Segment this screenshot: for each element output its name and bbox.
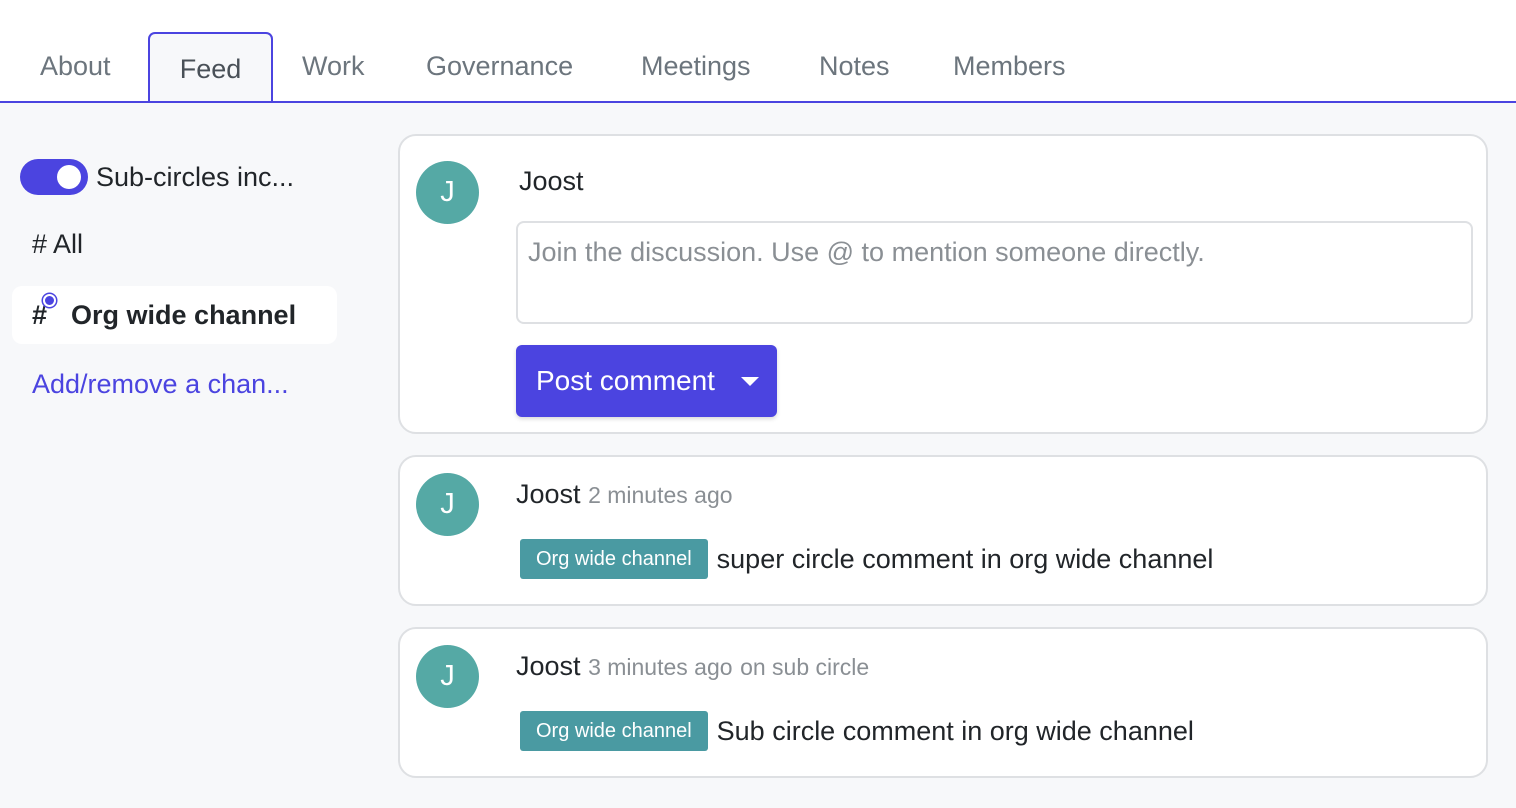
comment-author[interactable]: Joost xyxy=(516,651,581,681)
comment-meta: Joost 2 minutes ago xyxy=(516,479,733,510)
comment-time: 3 minutes ago xyxy=(588,654,733,680)
avatar: J xyxy=(416,473,479,536)
comment-item: J Joost 2 minutes ago Org wide channel s… xyxy=(398,455,1488,606)
comment-text: Sub circle comment in org wide channel xyxy=(716,715,1194,746)
channel-label: Org wide channel xyxy=(71,299,297,330)
comment-text: super circle comment in org wide channel xyxy=(716,543,1214,574)
tab-feed[interactable]: Feed xyxy=(148,32,273,101)
comment-body: Org wide channel super circle comment in… xyxy=(520,539,1213,579)
tab-about[interactable]: About xyxy=(40,32,111,101)
tab-work[interactable]: Work xyxy=(302,32,365,101)
unread-dot-icon xyxy=(43,293,56,307)
comment-time: 2 minutes ago xyxy=(588,482,733,508)
comment-body: Org wide channel Sub circle comment in o… xyxy=(520,711,1194,751)
subcircles-toggle-label: Sub-circles inc... xyxy=(96,161,295,192)
chevron-down-icon[interactable] xyxy=(741,377,759,386)
comment-circle[interactable]: on sub circle xyxy=(740,654,869,680)
toggle-knob xyxy=(57,165,81,189)
hash-icon: # xyxy=(32,229,48,259)
avatar: J xyxy=(416,161,479,224)
tab-members[interactable]: Members xyxy=(953,32,1066,101)
channel-badge[interactable]: Org wide channel xyxy=(520,539,708,579)
avatar: J xyxy=(416,645,479,708)
comment-composer: J Joost Join the discussion. Use @ to me… xyxy=(398,134,1488,434)
channel-label: All xyxy=(53,229,84,259)
channel-badge[interactable]: Org wide channel xyxy=(520,711,708,751)
hash-icon: # xyxy=(32,293,56,331)
comment-item: J Joost 3 minutes ago on sub circle Org … xyxy=(398,627,1488,778)
comment-input[interactable]: Join the discussion. Use @ to mention so… xyxy=(516,221,1473,324)
tab-meetings[interactable]: Meetings xyxy=(641,32,751,101)
tab-notes[interactable]: Notes xyxy=(819,32,890,101)
channel-item-org-wide[interactable]: # Org wide channel xyxy=(12,286,337,344)
comment-meta: Joost 3 minutes ago on sub circle xyxy=(516,651,869,682)
subcircles-toggle[interactable] xyxy=(20,159,88,195)
add-remove-channel-link[interactable]: Add/remove a chan... xyxy=(32,369,289,400)
tab-bar: About Feed Work Governance Meetings Note… xyxy=(0,32,1516,103)
subcircles-toggle-row: Sub-circles inc... xyxy=(20,157,294,197)
composer-author: Joost xyxy=(519,166,584,196)
channel-item-all[interactable]: # All xyxy=(32,229,83,260)
comment-author[interactable]: Joost xyxy=(516,479,581,509)
post-comment-button[interactable]: Post comment xyxy=(516,345,777,417)
tab-governance[interactable]: Governance xyxy=(426,32,573,101)
